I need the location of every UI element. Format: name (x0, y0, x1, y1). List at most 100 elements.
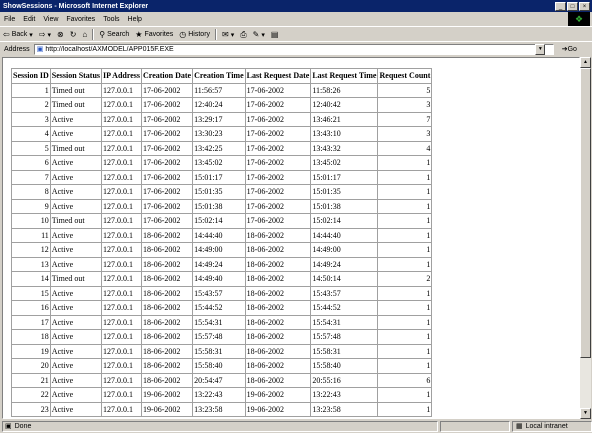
cell-last-request-time: 15:43:57 (310, 285, 379, 301)
maximize-button[interactable]: □ (567, 1, 578, 11)
menu-help[interactable]: Help (124, 16, 146, 23)
cell-creation-date: 17-06-2002 (141, 169, 194, 185)
cell-session-status: Active (49, 372, 103, 388)
cell-creation-date: 18-06-2002 (141, 285, 194, 301)
cell-ip-address: 127.0.0.1 (101, 372, 143, 388)
page-icon: ▣ (36, 46, 44, 53)
history-button[interactable]: ◷ History (176, 30, 213, 39)
refresh-icon: ↻ (69, 30, 77, 39)
cell-session-status: Active (49, 242, 103, 258)
cell-session-id: 20 (11, 358, 51, 374)
menu-file[interactable]: File (0, 16, 19, 23)
menu-favorites[interactable]: Favorites (62, 16, 99, 23)
forward-button[interactable]: ⇨ ▾ (36, 30, 54, 39)
cell-request-count: 1 (377, 256, 433, 272)
cell-request-count: 1 (377, 242, 433, 258)
cell-request-count: 1 (377, 184, 433, 200)
close-button[interactable]: × (579, 1, 590, 11)
cell-creation-date: 17-06-2002 (141, 140, 194, 156)
cell-session-status: Active (49, 227, 103, 243)
table-row: 23 Active 127.0.0.1 19-06-2002 13:23:58 19-06… (11, 401, 433, 417)
history-icon: ◷ (179, 30, 187, 39)
cell-last-request-date: 17-06-2002 (244, 126, 312, 142)
cell-ip-address: 127.0.0.1 (101, 329, 143, 345)
print-button[interactable]: ⎙ (237, 30, 249, 40)
cell-session-status: Active (49, 300, 103, 316)
table-row: 13 Active 127.0.0.1 18-06-2002 14:49:24 18-06… (11, 256, 433, 272)
cell-creation-time: 13:42:25 (192, 140, 246, 156)
edit-button[interactable]: ✎ ▾ (250, 30, 268, 39)
cell-creation-time: 14:49:24 (192, 256, 246, 272)
chevron-up-icon: ▲ (583, 59, 588, 65)
cell-last-request-time: 15:01:17 (310, 169, 379, 185)
cell-creation-time: 20:54:47 (192, 372, 246, 388)
cell-request-count: 3 (377, 97, 433, 113)
cell-last-request-date: 18-06-2002 (244, 329, 312, 345)
minimize-button[interactable]: _ (555, 1, 566, 11)
search-button[interactable]: ⚲ Search (96, 30, 132, 39)
back-button[interactable]: ⇦ Back ▾ (0, 30, 36, 39)
back-label: Back (11, 31, 28, 38)
address-dropdown-button[interactable]: ▼ (535, 43, 546, 55)
intranet-icon: ▦ (516, 423, 523, 430)
cell-session-status: Active (49, 126, 103, 142)
vertical-scrollbar[interactable]: ▲ ▼ (580, 57, 591, 419)
menu-bar: File Edit View Favorites Tools Help (0, 12, 592, 26)
go-label: Go (567, 46, 577, 53)
refresh-button[interactable]: ↻ (67, 30, 80, 39)
cell-ip-address: 127.0.0.1 (101, 314, 143, 330)
menu-edit[interactable]: Edit (19, 16, 39, 23)
cell-request-count: 1 (377, 285, 433, 301)
cell-session-id: 16 (11, 300, 51, 316)
chevron-down-icon: ▾ (261, 31, 265, 39)
stop-button[interactable]: ⊗ (54, 30, 67, 39)
cell-creation-time: 15:58:31 (192, 343, 246, 359)
scroll-up-button[interactable]: ▲ (580, 57, 591, 68)
cell-session-id: 3 (11, 111, 51, 127)
menu-tools[interactable]: Tools (99, 16, 123, 23)
mail-button[interactable]: ✉ ▾ (219, 30, 237, 39)
go-button[interactable]: ➔Go (554, 45, 577, 53)
cell-request-count: 1 (377, 343, 433, 359)
window-controls: _ □ × (555, 1, 592, 11)
cell-request-count: 7 (377, 111, 433, 127)
cell-creation-time: 13:29:17 (192, 111, 246, 127)
cell-last-request-time: 14:49:24 (310, 256, 379, 272)
cell-session-id: 17 (11, 314, 51, 330)
scroll-down-button[interactable]: ▼ (580, 408, 591, 419)
cell-request-count: 1 (377, 358, 433, 374)
cell-session-id: 1 (11, 82, 51, 98)
cell-last-request-time: 15:01:38 (310, 198, 379, 214)
cell-last-request-date: 18-06-2002 (244, 242, 312, 258)
cell-request-count: 1 (377, 198, 433, 214)
address-input[interactable] (45, 45, 536, 53)
table-row: 4 Active 127.0.0.1 17-06-2002 13:30:23 17-06-… (11, 126, 433, 142)
cell-ip-address: 127.0.0.1 (101, 285, 143, 301)
cell-creation-date: 19-06-2002 (141, 401, 194, 417)
cell-creation-date: 18-06-2002 (141, 227, 194, 243)
favorites-button[interactable]: ★ Favorites (132, 30, 176, 39)
discuss-button[interactable]: ▤ (268, 30, 282, 39)
menu-view[interactable]: View (39, 16, 62, 23)
cell-last-request-date: 18-06-2002 (244, 314, 312, 330)
scroll-thumb[interactable] (580, 68, 591, 358)
cell-creation-date: 17-06-2002 (141, 155, 194, 171)
cell-creation-time: 15:44:52 (192, 300, 246, 316)
cell-last-request-time: 15:54:31 (310, 314, 379, 330)
cell-ip-address: 127.0.0.1 (101, 155, 143, 171)
zone-text: Local intranet (525, 422, 568, 430)
cell-ip-address: 127.0.0.1 (101, 82, 143, 98)
cell-session-id: 4 (11, 126, 51, 142)
cell-creation-date: 17-06-2002 (141, 213, 194, 229)
page-done-icon: ▣ (5, 423, 12, 430)
cell-creation-time: 11:56:57 (192, 82, 246, 98)
cell-ip-address: 127.0.0.1 (101, 242, 143, 258)
cell-ip-address: 127.0.0.1 (101, 343, 143, 359)
cell-last-request-date: 18-06-2002 (244, 358, 312, 374)
cell-session-status: Active (49, 358, 103, 374)
home-button[interactable]: ⌂ (79, 30, 90, 39)
cell-request-count: 1 (377, 401, 433, 417)
cell-request-count: 3 (377, 126, 433, 142)
cell-session-id: 5 (11, 140, 51, 156)
chevron-down-icon: ▾ (29, 31, 33, 39)
